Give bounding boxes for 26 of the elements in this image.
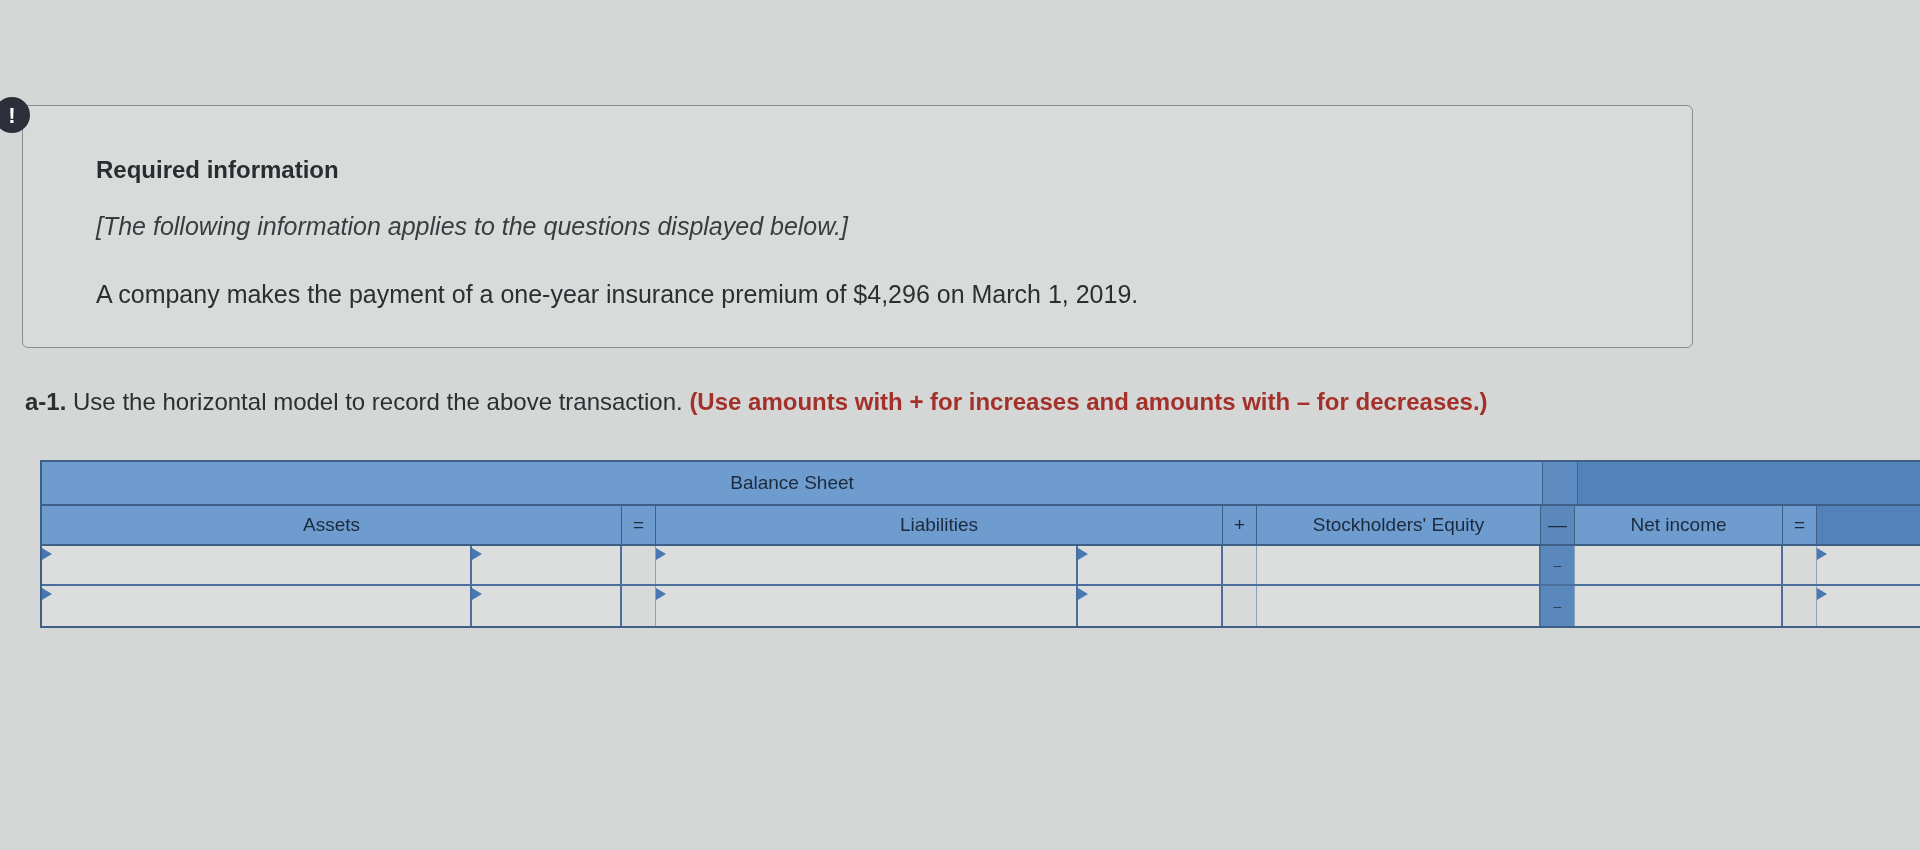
- alert-badge: !: [0, 97, 30, 133]
- info-note: [The following information applies to the questions displayed below.]: [96, 211, 848, 242]
- operator-sign: –: [1553, 596, 1562, 616]
- amount-field[interactable]: [1257, 546, 1541, 584]
- amount-select[interactable]: [472, 546, 622, 584]
- amount-select[interactable]: [472, 586, 622, 626]
- operator-sign: =: [1793, 512, 1806, 537]
- column-label: Net income: [1630, 512, 1727, 537]
- dropdown-marker-icon: [42, 588, 52, 600]
- amount-select[interactable]: [1078, 586, 1223, 626]
- group-header: Balance Sheet: [730, 470, 854, 495]
- info-title: Required information: [96, 155, 339, 185]
- amount-field[interactable]: [1257, 586, 1541, 626]
- operator-sign: =: [632, 512, 645, 537]
- column-label: Liabilities: [899, 512, 979, 537]
- amount-select[interactable]: [1078, 546, 1223, 584]
- column-label: Stockholders' Equity: [1312, 512, 1485, 537]
- operator-sign: —: [1548, 512, 1567, 537]
- dropdown-marker-icon: [42, 548, 52, 560]
- info-text: A company makes the payment of a one-year insurance premium of $4,296 on March 1, 2019.: [96, 278, 1139, 310]
- operator-sign: –: [1553, 555, 1562, 575]
- operator-sign: +: [1233, 512, 1246, 537]
- amount-field[interactable]: [1575, 586, 1783, 626]
- column-label: Assets: [303, 512, 360, 537]
- amount-field[interactable]: [1575, 546, 1783, 584]
- question-text: a-1. Use the horizontal model to record the above transaction. (Use amounts with + for increases and amounts with – for decreases.): [25, 387, 1488, 417]
